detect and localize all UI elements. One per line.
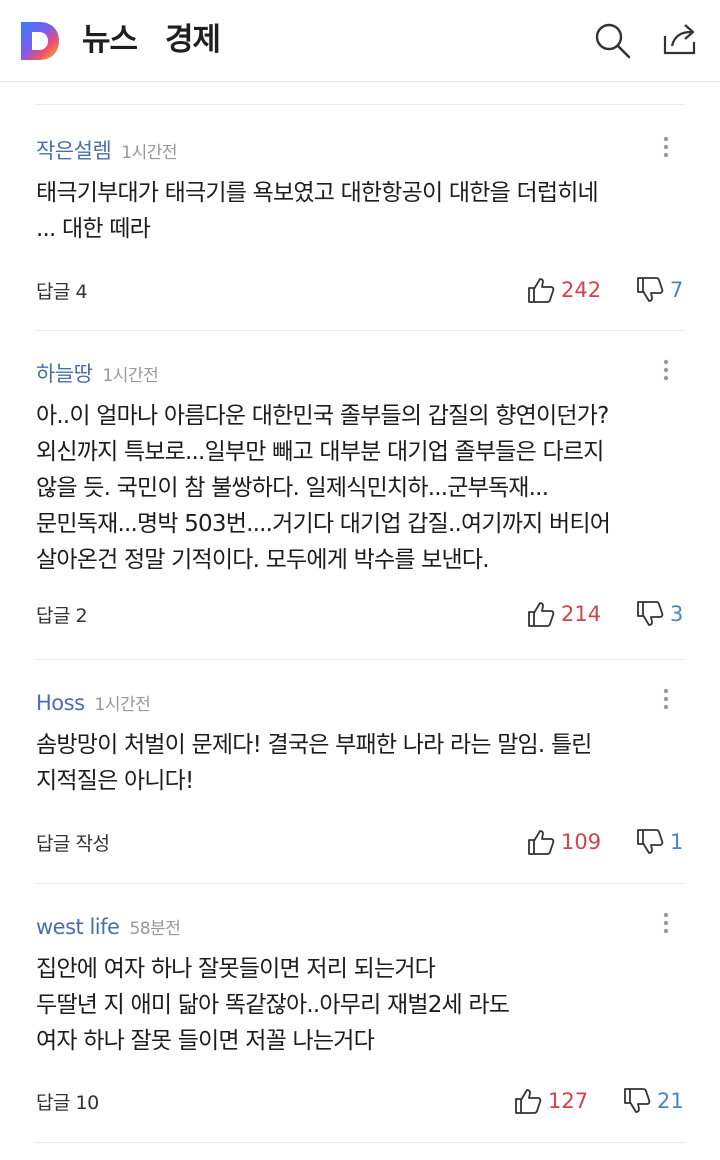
reply-button[interactable]: 답글 4	[36, 279, 88, 305]
dislike-count: 7	[670, 278, 684, 302]
divider	[35, 1142, 685, 1143]
more-options-icon[interactable]	[656, 909, 676, 939]
divider	[35, 883, 685, 884]
comment-author[interactable]: west life 58분전	[36, 913, 181, 943]
news-title[interactable]: 뉴스	[82, 20, 138, 60]
share-icon[interactable]	[660, 20, 700, 60]
more-options-icon[interactable]	[656, 685, 676, 715]
like-button[interactable]: 127	[514, 1086, 588, 1116]
author-name[interactable]: Hoss	[36, 691, 85, 715]
reply-button[interactable]: 답글 10	[36, 1090, 99, 1116]
divider	[35, 104, 685, 105]
like-count: 214	[561, 602, 602, 626]
author-name[interactable]: 하늘땅	[36, 362, 93, 386]
comment-text: 아..이 얼마나 아름다운 대한민국 졸부들의 갑질의 향연이던가? 외신까지 …	[36, 403, 611, 573]
thumbs-down-icon	[637, 601, 664, 626]
dislike-button[interactable]: 1	[636, 827, 683, 857]
thumbs-up-icon	[528, 602, 555, 627]
like-button[interactable]: 242	[527, 275, 601, 305]
thumbs-down-icon	[624, 1088, 651, 1113]
thumbs-down-icon	[637, 829, 664, 854]
like-count: 109	[561, 830, 602, 854]
comment-author[interactable]: 하늘땅 1시간전	[36, 360, 159, 390]
dislike-count: 3	[670, 602, 684, 626]
comment-text: 집안에 여자 하나 잘못들이면 저리 되는거다 두딸년 지 애미 닮아 똑같잖아…	[36, 956, 510, 1054]
section-title[interactable]: 경제	[165, 20, 221, 60]
dislike-button[interactable]: 7	[636, 275, 683, 305]
thumbs-up-icon	[515, 1089, 542, 1114]
comment-time: 1시간전	[94, 695, 151, 715]
author-name[interactable]: west life	[36, 915, 120, 939]
dislike-count: 21	[657, 1089, 684, 1113]
divider	[35, 659, 685, 660]
daum-d-logo-icon[interactable]	[19, 20, 61, 62]
comment-text: 솜방망이 처벌이 문제다! 결국은 부패한 나라 라는 말임. 틀린 지적질은 …	[36, 732, 592, 794]
more-options-icon[interactable]	[656, 133, 676, 163]
like-button[interactable]: 214	[527, 599, 601, 629]
like-button[interactable]: 109	[527, 827, 601, 857]
thumbs-up-icon	[528, 830, 555, 855]
comment-text: 태극기부대가 태극기를 욕보였고 대한항공이 대한을 더럽히네 ... 대한 떼…	[36, 180, 599, 242]
thumbs-up-icon	[528, 278, 555, 303]
divider	[35, 330, 685, 331]
author-name[interactable]: 작은설렘	[36, 139, 112, 163]
dislike-button[interactable]: 21	[623, 1086, 684, 1116]
reply-button[interactable]: 답글 작성	[36, 831, 110, 857]
dislike-count: 1	[670, 830, 684, 854]
comment-author[interactable]: Hoss 1시간전	[36, 689, 151, 719]
reply-button[interactable]: 답글 2	[36, 603, 88, 629]
like-count: 242	[561, 278, 602, 302]
dislike-button[interactable]: 3	[636, 599, 683, 629]
app-header: 뉴스 경제	[0, 0, 720, 82]
comment-time: 1시간전	[121, 143, 178, 163]
search-icon[interactable]	[592, 20, 632, 60]
comment-time: 1시간전	[102, 366, 159, 386]
comment-author[interactable]: 작은설렘 1시간전	[36, 137, 178, 167]
like-count: 127	[548, 1089, 589, 1113]
more-options-icon[interactable]	[656, 356, 676, 386]
thumbs-down-icon	[637, 277, 664, 302]
comment-time: 58분전	[129, 919, 181, 939]
